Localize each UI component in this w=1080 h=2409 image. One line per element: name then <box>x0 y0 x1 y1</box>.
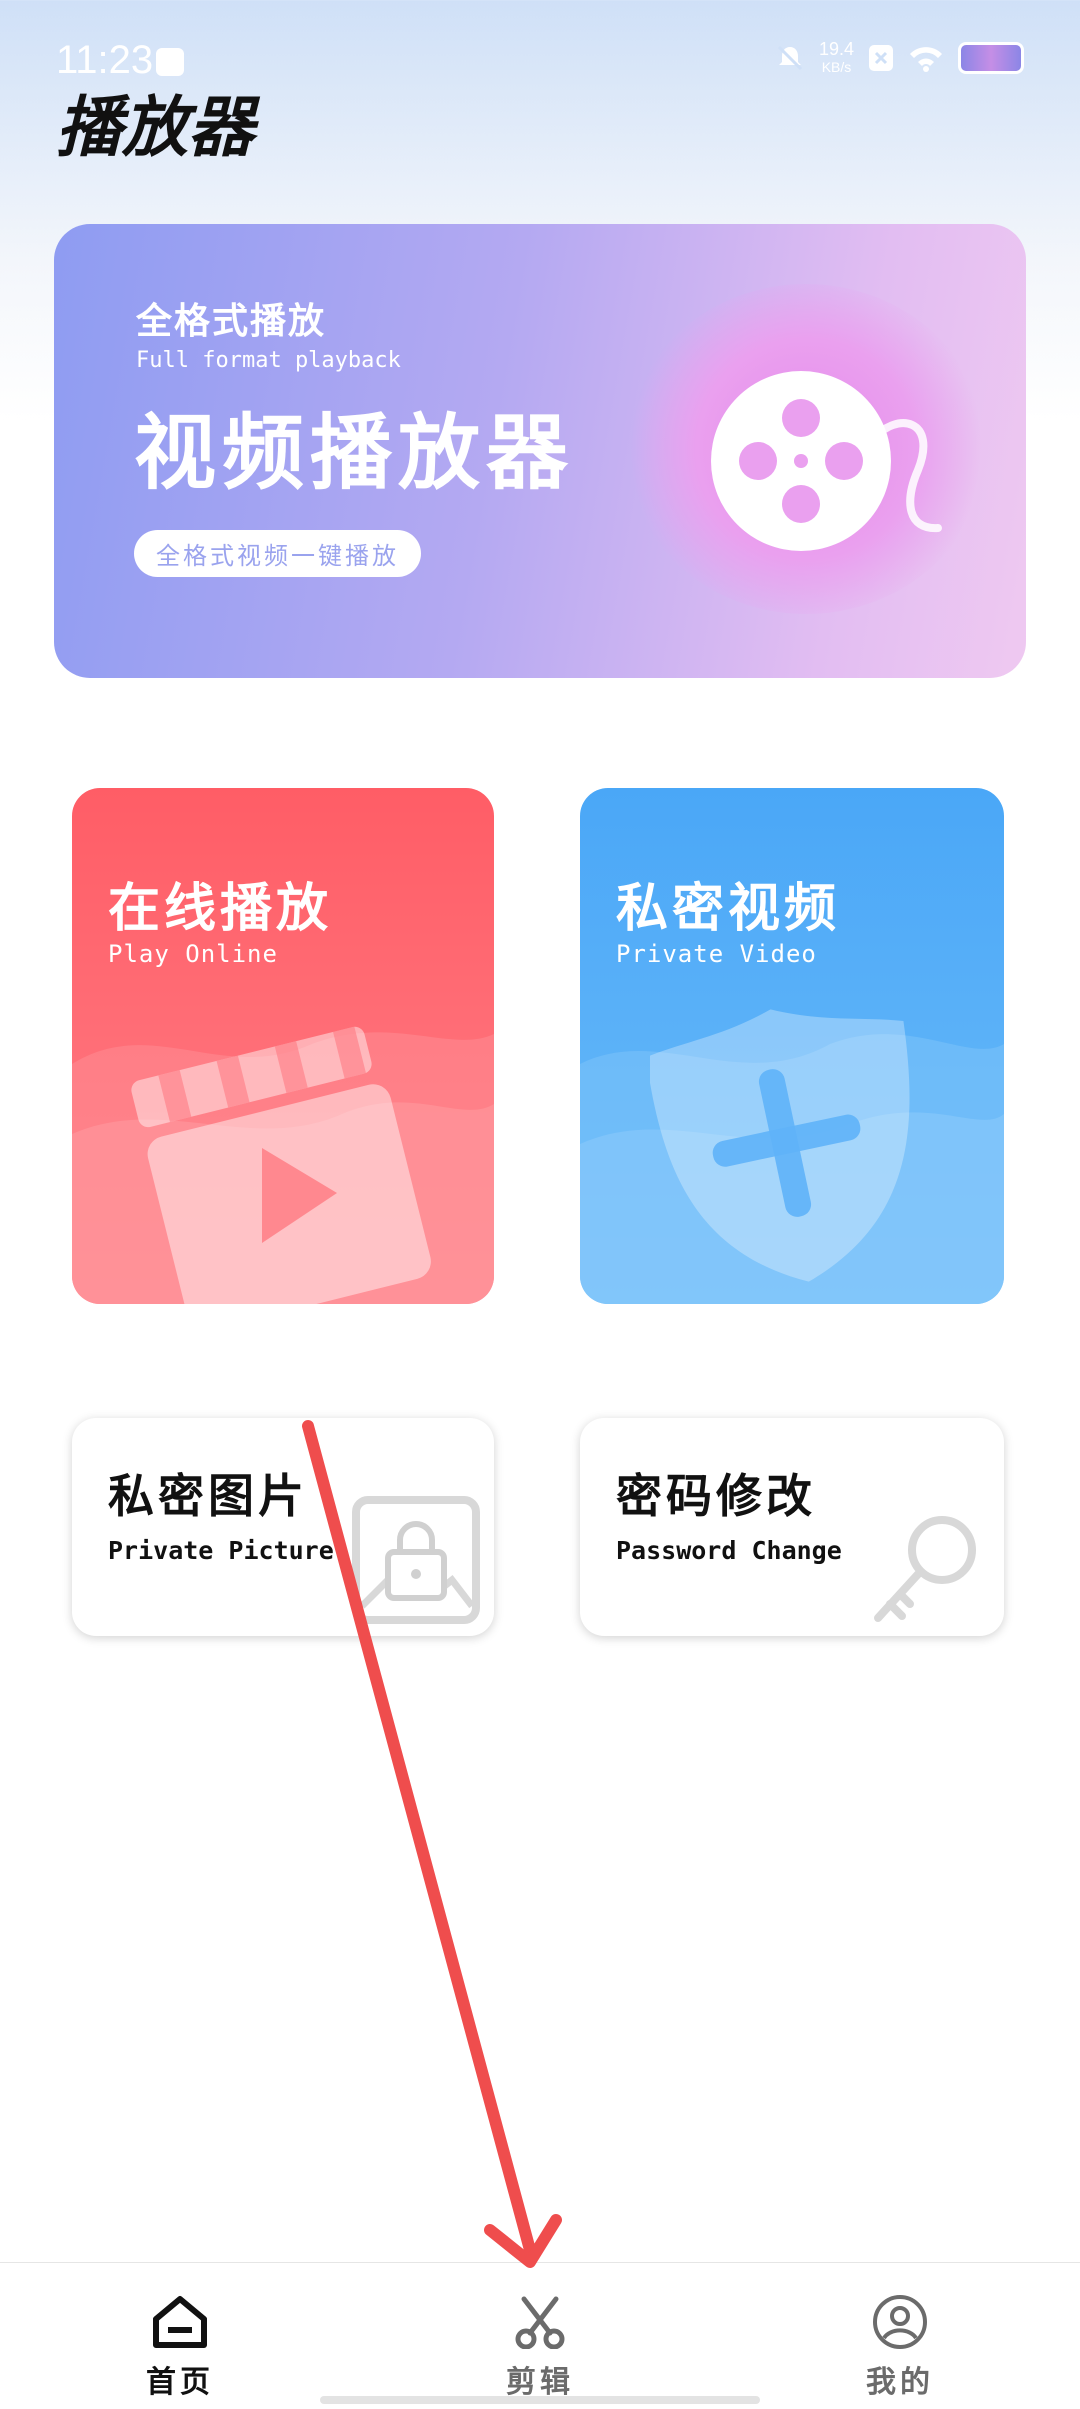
status-icons: 19.4 KB/s <box>775 40 1024 76</box>
profile-icon <box>873 2295 927 2349</box>
scissors-icon <box>515 2296 565 2350</box>
banner-big-title: 视频播放器 <box>134 406 575 501</box>
close-box-icon <box>869 45 893 71</box>
home-icon <box>153 2296 207 2348</box>
bottom-nav: 首页 剪辑 我的 <box>0 2262 1080 2409</box>
password-change-title: 密码修改 <box>616 1469 816 1523</box>
nav-item-profile[interactable]: 我的 <box>830 2295 970 2401</box>
nav-item-home[interactable]: 首页 <box>110 2295 250 2401</box>
nav-label-edit: 剪辑 <box>506 2365 574 2400</box>
nav-label-home: 首页 <box>146 2365 214 2400</box>
film-reel-icon <box>711 371 891 551</box>
reel-tail-icon <box>868 419 942 533</box>
banner-pill: 全格式视频一键播放 <box>134 530 421 577</box>
private-picture-title: 私密图片 <box>108 1469 308 1523</box>
battery-icon <box>958 42 1024 74</box>
banner-small-title: 全格式播放 <box>136 300 327 342</box>
speed-value: 19.4 <box>818 39 854 59</box>
network-speed: 19.4 KB/s <box>819 40 854 76</box>
app-title: 播放器 <box>56 88 254 166</box>
play-online-title: 在线播放 <box>108 878 333 939</box>
banner-english: Full format playback <box>136 348 401 373</box>
password-change-subtitle: Password Change <box>616 1536 842 1565</box>
clapperboard-icon <box>131 1026 431 1304</box>
nav-label-profile: 我的 <box>866 2365 934 2400</box>
shopping-bag-icon <box>156 48 184 76</box>
key-icon <box>874 1516 976 1622</box>
password-change-card[interactable]: 密码修改 Password Change <box>580 1418 1004 1636</box>
speed-unit: KB/s <box>821 59 852 75</box>
private-video-title: 私密视频 <box>616 878 841 939</box>
private-video-subtitle: Private Video <box>616 940 817 968</box>
bell-muted-icon <box>777 45 803 71</box>
private-picture-subtitle: Private Picture <box>108 1536 334 1565</box>
play-online-card[interactable]: 在线播放 Play Online <box>72 788 494 1304</box>
locked-picture-icon <box>352 1496 480 1624</box>
private-video-card[interactable]: 私密视频 Private Video <box>580 788 1004 1304</box>
nav-item-edit[interactable]: 剪辑 <box>470 2295 610 2401</box>
private-picture-card[interactable]: 私密图片 Private Picture <box>72 1418 494 1636</box>
banner[interactable]: 全格式播放 Full format playback 视频播放器 全格式视频一键… <box>54 224 1026 678</box>
play-online-subtitle: Play Online <box>108 940 278 968</box>
home-indicator[interactable] <box>320 2396 760 2404</box>
shield-plus-icon <box>650 1009 910 1282</box>
wifi-icon <box>910 47 942 72</box>
